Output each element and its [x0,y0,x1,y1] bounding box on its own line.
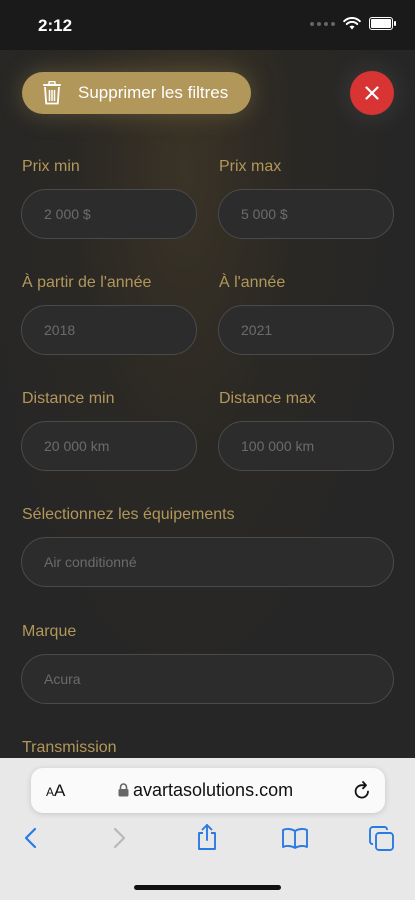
cellular-signal-icon [310,21,335,26]
year-from-input[interactable]: 2018 [21,305,197,355]
address-bar[interactable]: AA avartasolutions.com [31,768,385,813]
equipment-select[interactable]: Air conditionné [21,537,394,587]
tabs-icon[interactable] [369,826,395,852]
trash-icon [43,81,61,105]
forward-icon[interactable] [110,826,128,850]
home-indicator[interactable] [134,885,281,890]
text-size-button[interactable]: AA [46,781,65,801]
clear-filters-button[interactable]: Supprimer les filtres [22,72,251,114]
price-min-input[interactable]: 2 000 $ [21,189,197,239]
url-text: avartasolutions.com [133,780,294,800]
browser-toolbar: AA avartasolutions.com [0,758,415,900]
status-time: 2:12 [38,16,73,35]
clear-filters-label: Supprimer les filtres [78,83,229,102]
distance-min-input[interactable]: 20 000 km [21,421,197,471]
status-icons [310,17,396,30]
price-max-label: Prix max [219,158,282,175]
distance-max-input[interactable]: 100 000 km [218,421,394,471]
wifi-icon [343,17,361,30]
brand-select[interactable]: Acura [21,654,394,704]
browser-nav [0,823,415,856]
transmission-label: Transmission [22,739,117,756]
equipment-label: Sélectionnez les équipements [22,506,235,523]
status-bar: 2:12 [0,0,415,50]
lock-icon [118,783,129,797]
close-icon [365,86,379,100]
year-to-label: À l'année [219,274,286,291]
reload-icon[interactable] [353,780,371,800]
share-icon[interactable] [196,823,218,851]
price-min-label: Prix min [22,158,80,175]
distance-max-label: Distance max [219,390,316,407]
year-to-input[interactable]: 2021 [218,305,394,355]
year-from-label: À partir de l'année [22,274,152,291]
price-max-input[interactable]: 5 000 $ [218,189,394,239]
close-button[interactable] [350,71,394,115]
filters-panel: Supprimer les filtres Prix min Prix max … [0,50,415,758]
bookmarks-icon[interactable] [281,826,309,850]
battery-icon [369,17,396,30]
brand-label: Marque [22,623,77,640]
distance-min-label: Distance min [22,390,115,407]
back-icon[interactable] [22,826,40,850]
